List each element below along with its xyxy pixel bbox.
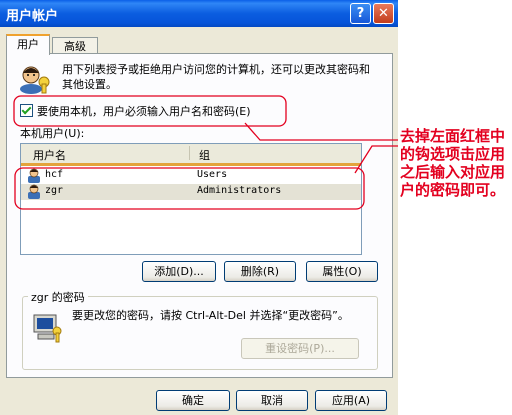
annotation-text: 去掉左面红框中的钩选项击应用之后输入对应用户的密码即可。 [400, 127, 506, 199]
annotation-overlay [13, 95, 398, 210]
checkbox-highlight-box [13, 95, 287, 127]
user-row-highlight-box [14, 167, 365, 210]
tab-users[interactable]: 用户 [6, 34, 50, 55]
annotation-arrow-2 [354, 145, 398, 174]
